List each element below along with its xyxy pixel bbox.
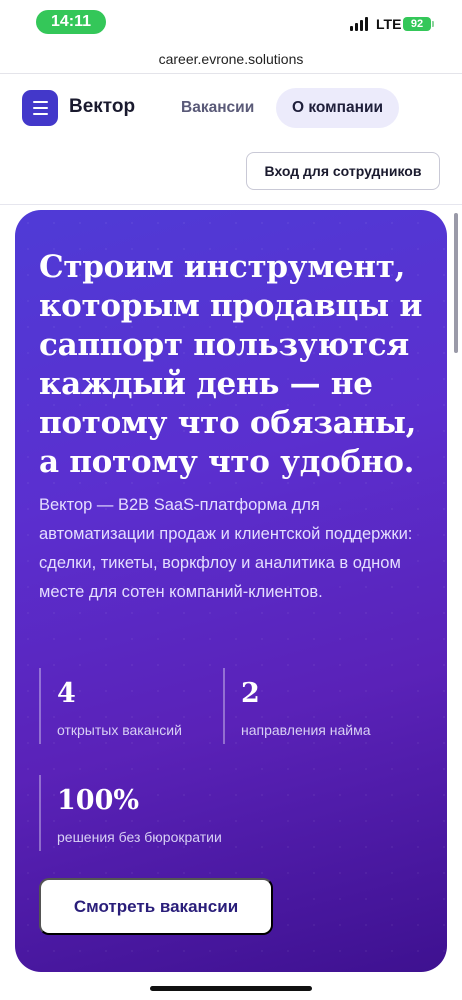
status-time: 14:11: [36, 10, 106, 34]
hero-description: Вектор — B2B SaaS-платформа для автомати…: [39, 496, 413, 601]
network-type: LTE: [376, 16, 402, 32]
hamburger-menu-icon[interactable]: [22, 90, 58, 126]
hero-card: Строим инструмент, которым продавцы и са…: [15, 210, 447, 972]
stat-open-vacancies: 4 открытых вакансий: [39, 668, 182, 744]
brand-logo[interactable]: Вектор: [69, 96, 135, 118]
stat-label: решения без бюрократии: [57, 829, 222, 845]
nav-vacancies[interactable]: Вакансии: [167, 88, 268, 128]
view-vacancies-button[interactable]: Смотреть вакансии: [39, 878, 273, 935]
stat-no-bureaucracy: 100% решения без бюрократии: [39, 775, 222, 851]
site-header: Вектор Вакансии О компании Вход для сотр…: [0, 75, 462, 205]
browser-url[interactable]: career.evrone.solutions: [0, 44, 462, 74]
nav-about[interactable]: О компании: [276, 88, 399, 128]
stat-value: 2: [241, 678, 260, 709]
hero-title: Строим инструмент, которым продавцы и са…: [39, 249, 423, 480]
stat-value: 4: [57, 678, 76, 709]
stat-label: направления найма: [241, 722, 371, 738]
stat-hiring-directions: 2 направления найма: [223, 668, 371, 744]
status-bar: 14:11 LTE 92: [0, 0, 462, 44]
cellular-signal-icon: [350, 17, 368, 31]
stat-value: 100%: [57, 785, 140, 816]
home-indicator[interactable]: [150, 986, 312, 991]
employee-login-button[interactable]: Вход для сотрудников: [246, 152, 440, 190]
stat-label: открытых вакансий: [57, 722, 182, 738]
battery-icon: 92: [403, 17, 434, 31]
page-scrollbar[interactable]: [454, 213, 458, 353]
